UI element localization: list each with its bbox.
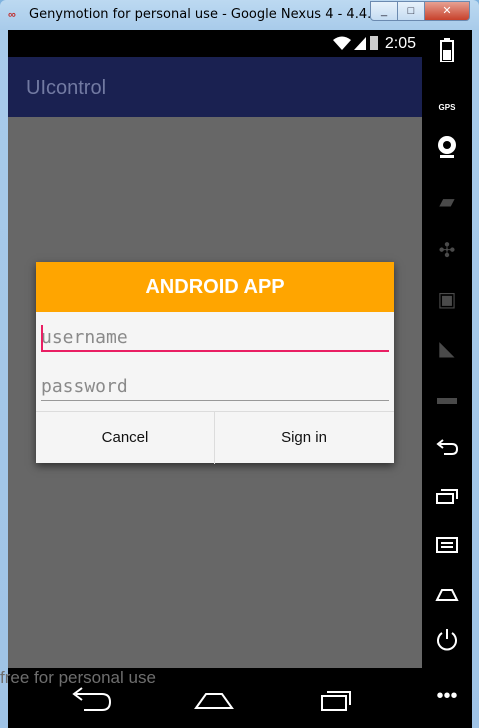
window-title: Genymotion for personal use - Google Nex… [29,7,405,22]
window-titlebar[interactable]: ∞ Genymotion for personal use - Google N… [0,0,479,30]
camera-widget-button[interactable] [422,133,472,173]
android-screen: 2:05 UIcontrol ANDROID APP Cancel Sign i… [8,30,422,728]
chat-icon: ▬ [437,387,457,409]
login-dialog: ANDROID APP Cancel Sign in [36,262,394,464]
dialog-buttons: Cancel Sign in [36,411,394,464]
webcam-icon [438,136,456,158]
sidebar-power-button[interactable] [422,627,472,667]
wifi-icon [333,36,378,50]
text-cursor [41,325,43,350]
username-field-container [41,322,389,352]
clock: 2:05 [384,35,416,52]
home-icon [435,589,459,601]
dialog-title: ANDROID APP [36,262,394,312]
gps-label: GPS [438,103,456,112]
battery-icon [440,38,454,63]
maximize-button[interactable]: □ [397,1,425,21]
minimize-button[interactable]: _ [370,1,398,21]
rss-icon: ◣ [439,338,455,360]
wifi-signal-battery-icons [332,35,380,54]
password-input[interactable] [41,371,389,401]
action-bar: UIcontrol [8,57,422,117]
more-dots-icon: ••• [436,685,458,707]
sidebar-more-button[interactable]: ••• [422,676,472,716]
capture-widget-button[interactable]: ▰ [422,182,472,222]
menu-icon [436,537,458,553]
dpad-icon: ✣ [438,240,456,262]
username-underline [41,350,389,352]
device-id-widget-button[interactable]: ▣ [422,280,472,320]
recent-apps-icon [436,489,458,504]
password-underline [41,400,389,401]
network-widget-button[interactable]: ◣ [422,329,472,369]
id-card-icon: ▣ [437,289,457,311]
recent-apps-button[interactable] [306,680,366,716]
back-arrow-icon [436,439,459,455]
emulator-window: ∞ Genymotion for personal use - Google N… [0,0,479,728]
close-button[interactable]: ✕ [424,1,470,21]
app-title: UIcontrol [26,77,107,99]
gps-widget-button[interactable]: GPS [422,84,472,124]
power-icon [437,629,457,651]
clapperboard-icon: ▰ [439,191,455,213]
genymotion-icon: ∞ [8,9,16,21]
sidebar-home-button[interactable] [422,578,472,618]
home-icon [194,693,234,709]
recent-apps-icon [321,691,351,711]
sidebar-back-button[interactable] [422,431,472,471]
cancel-button[interactable]: Cancel [36,412,215,464]
sidebar-recent-button[interactable] [422,480,472,520]
sign-in-button[interactable]: Sign in [215,412,393,464]
sidebar-menu-button[interactable] [422,529,472,569]
sms-widget-button[interactable]: ▬ [422,378,472,418]
username-input[interactable] [41,322,389,352]
battery-widget-button[interactable] [422,36,472,76]
dpad-widget-button[interactable]: ✣ [422,231,472,271]
password-field-container [41,371,389,401]
home-button[interactable] [184,680,244,716]
genymotion-sidebar: GPS ▰ ✣ ▣ ◣ ▬ ••• [422,30,472,728]
status-bar: 2:05 [8,30,422,57]
watermark: free for personal use [0,668,156,687]
